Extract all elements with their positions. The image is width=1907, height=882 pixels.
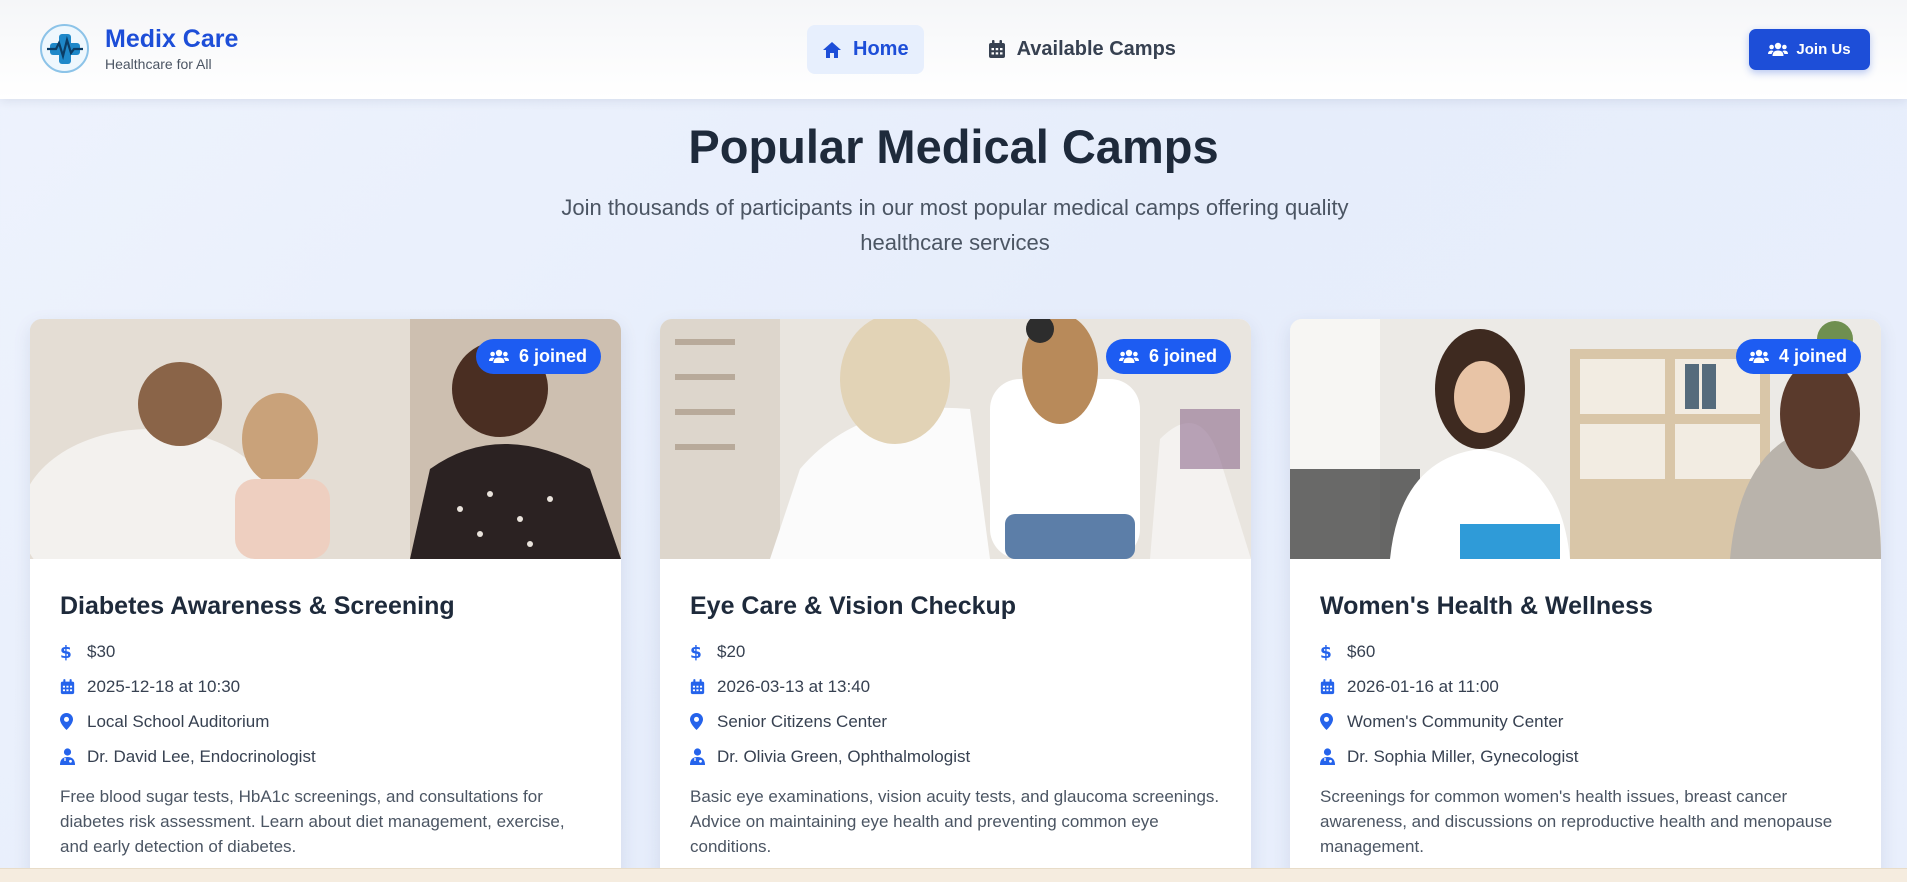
map-pin-icon [1320, 713, 1333, 730]
camp-image: 4 joined [1290, 319, 1881, 559]
home-icon [823, 41, 841, 58]
doctor-icon [690, 748, 705, 765]
brand[interactable]: Medix Care Healthcare for All [40, 24, 238, 73]
bottom-bar [0, 868, 1907, 882]
navbar: Medix Care Healthcare for All Home Avail… [0, 0, 1907, 99]
map-pin-icon [690, 713, 703, 730]
camp-datetime-value: 2025-12-18 at 10:30 [87, 676, 241, 696]
camp-location: Local School Auditorium [60, 704, 591, 739]
camp-image: 6 joined [660, 319, 1251, 559]
brand-name: Medix Care [105, 25, 239, 53]
camp-location-value: Local School Auditorium [87, 711, 270, 731]
svg-text:$: $ [60, 643, 72, 661]
joined-badge: 4 joined [1735, 339, 1861, 374]
calendar-icon [1320, 678, 1335, 694]
doctor-icon [60, 748, 75, 765]
camp-fee-value: $20 [717, 641, 746, 661]
camp-datetime: 2026-03-13 at 13:40 [690, 669, 1221, 704]
nav-home-label: Home [853, 38, 909, 60]
joined-count: 4 joined [1778, 346, 1847, 366]
map-pin-icon [60, 713, 73, 730]
nav-available-camps[interactable]: Available Camps [974, 25, 1191, 74]
users-icon [1748, 349, 1769, 363]
camp-datetime: 2025-12-18 at 10:30 [60, 669, 591, 704]
camp-datetime: 2026-01-16 at 11:00 [1320, 669, 1851, 704]
camp-doctor: Dr. Olivia Green, Ophthalmologist [690, 739, 1221, 774]
camp-title[interactable]: Women's Health & Wellness [1320, 591, 1851, 621]
calendar-icon [60, 678, 75, 694]
dollar-icon: $ [1320, 643, 1332, 661]
camp-card[interactable]: 4 joined Women's Health & Wellness $ $60… [1290, 319, 1881, 882]
camp-fee: $ $30 [60, 634, 591, 669]
camp-doctor: Dr. David Lee, Endocrinologist [60, 739, 591, 774]
users-icon [1118, 349, 1139, 363]
camp-location-value: Women's Community Center [1347, 711, 1564, 731]
camp-location: Senior Citizens Center [690, 704, 1221, 739]
joined-count: 6 joined [518, 346, 587, 366]
nav-home[interactable]: Home [807, 25, 924, 74]
dollar-icon: $ [690, 643, 702, 661]
camp-doctor: Dr. Sophia Miller, Gynecologist [1320, 739, 1851, 774]
medical-cross-pulse-icon [40, 24, 89, 73]
dollar-icon: $ [60, 643, 72, 661]
calendar-icon [988, 40, 1005, 58]
camp-fee: $ $60 [1320, 634, 1851, 669]
camp-description: Basic eye examinations, vision acuity te… [690, 787, 1220, 856]
camp-card[interactable]: 6 joined Diabetes Awareness & Screening … [30, 319, 621, 882]
page-title: Popular Medical Camps [688, 120, 1219, 173]
camp-datetime-value: 2026-01-16 at 11:00 [1347, 676, 1499, 696]
camp-fee-value: $30 [87, 641, 116, 661]
calendar-icon [690, 678, 705, 694]
page-subtitle: Join thousands of participants in our mo… [561, 195, 1349, 255]
camp-title[interactable]: Diabetes Awareness & Screening [60, 591, 591, 621]
doctor-icon [1320, 748, 1335, 765]
svg-text:$: $ [1320, 643, 1332, 661]
camp-title[interactable]: Eye Care & Vision Checkup [690, 591, 1221, 621]
brand-tagline: Healthcare for All [105, 56, 212, 72]
camp-datetime-value: 2026-03-13 at 13:40 [717, 676, 871, 696]
camp-description: Screenings for common women's health iss… [1320, 787, 1833, 856]
joined-count: 6 joined [1148, 346, 1217, 366]
join-us-label: Join Us [1796, 41, 1851, 58]
svg-text:$: $ [690, 643, 702, 661]
camp-location: Women's Community Center [1320, 704, 1851, 739]
camp-description: Free blood sugar tests, HbA1c screenings… [60, 787, 565, 856]
users-icon [1768, 42, 1789, 56]
joined-badge: 6 joined [1105, 339, 1231, 374]
camp-doctor-value: Dr. Sophia Miller, Gynecologist [1347, 746, 1579, 766]
camp-doctor-value: Dr. Olivia Green, Ophthalmologist [717, 746, 971, 766]
camp-location-value: Senior Citizens Center [717, 711, 888, 731]
camp-doctor-value: Dr. David Lee, Endocrinologist [87, 746, 316, 766]
camp-image: 6 joined [30, 319, 621, 559]
users-icon [488, 349, 509, 363]
camp-fee-value: $60 [1347, 641, 1376, 661]
nav-available-camps-label: Available Camps [1016, 38, 1176, 60]
joined-badge: 6 joined [475, 339, 601, 374]
camp-card[interactable]: 6 joined Eye Care & Vision Checkup $ $20… [660, 319, 1251, 882]
camp-fee: $ $20 [690, 634, 1221, 669]
join-us-button[interactable]: Join Us [1749, 29, 1870, 70]
main-nav: Home Available Camps [807, 25, 1191, 74]
